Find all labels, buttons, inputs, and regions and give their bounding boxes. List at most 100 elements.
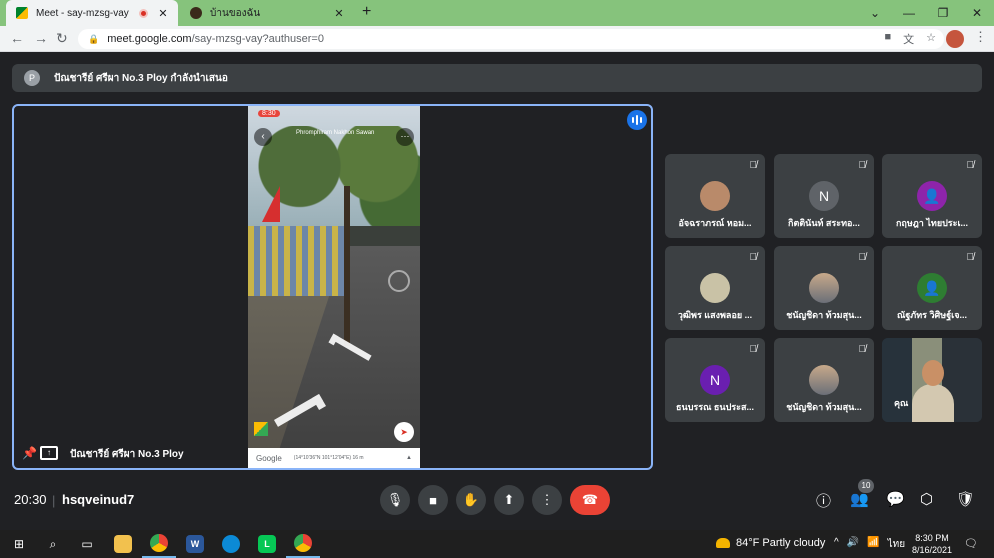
translate-icon[interactable]: 文 [903, 31, 914, 47]
street-view-tree-trunk [344, 186, 350, 346]
raise-hand-button[interactable]: ✋ [456, 485, 486, 515]
browser-menu-icon[interactable]: ⋮ [974, 29, 987, 45]
phone-status-bar: 8:30 [248, 106, 420, 120]
participant-name: คุณ [894, 398, 909, 408]
phone-hangup-icon: ☎ [581, 492, 599, 507]
windows-taskbar: ⊞ ⌕ ▭ W L 84°F Partly cloudy ^ 🔊 📶 ไทย 8… [0, 530, 994, 558]
meeting-clock: 20:30 [14, 492, 47, 507]
notification-icon[interactable]: 🗨 [964, 537, 978, 550]
recording-indicator-icon [139, 8, 148, 18]
google-logo: Google [256, 453, 282, 463]
line-icon[interactable]: L [250, 530, 284, 558]
minimize-button[interactable]: — [892, 6, 926, 20]
partly-cloudy-icon [716, 538, 730, 548]
microphone-button[interactable]: 🎙 [380, 485, 410, 515]
chevron-up-icon[interactable]: ^ [834, 537, 839, 552]
language-indicator[interactable]: ไทย [888, 537, 905, 552]
close-tab-icon[interactable]: ✕ [156, 7, 170, 20]
tab-meet[interactable]: Meet - say-mzsg-vay ✕ [6, 0, 178, 26]
reload-icon[interactable]: ↻ [56, 30, 68, 47]
presentation-tile[interactable]: 8:30 ‹ Phromphiram Nakhon Sawan ⋯ ➤ Goog… [12, 104, 653, 470]
participant-tile[interactable]: 🎙̸ วุฒิพร แสงพลอย ... [665, 246, 765, 330]
presentation-icon: ↑ [40, 446, 58, 460]
camera-icon[interactable]: ■ [884, 31, 891, 47]
participant-tile[interactable]: 🎙̸ 👤 ณัฐภัทร วิศิษฐ์เจ... [882, 246, 982, 330]
search-icon[interactable]: ⌕ [36, 530, 70, 558]
phone-status-time: 8:30 [258, 109, 280, 117]
street-view-fence [248, 226, 348, 296]
mic-off-icon: 🎙̸ [966, 160, 975, 171]
tab-search-icon[interactable]: ⌄ [858, 6, 892, 20]
bookmark-star-icon[interactable]: ☆ [926, 31, 936, 47]
hand-icon: ✋ [462, 492, 480, 507]
mic-off-icon: 🎙̸ [749, 252, 758, 263]
edge-icon[interactable] [214, 530, 248, 558]
video-camera-icon: ■ [429, 492, 437, 508]
file-explorer-icon[interactable] [106, 530, 140, 558]
close-window-button[interactable]: ✕ [960, 6, 994, 20]
presenter-name: ปัณชารีย์ ศรีผา No.3 Ploy [70, 449, 184, 460]
participant-name: กฤษฎา ไทยประเ... [895, 218, 969, 228]
windows-start-icon[interactable]: ⊞ [2, 530, 36, 558]
taskbar-clock[interactable]: 8:30 PM 8/16/2021 [912, 532, 952, 556]
mic-off-icon: 🎙̸ [858, 252, 867, 263]
meeting-code[interactable]: hsqveinud7 [62, 492, 134, 507]
participant-tile[interactable]: 🎙̸ N ธนบรรณ ธนประส... [665, 338, 765, 422]
self-video-tile[interactable]: คุณ [882, 338, 982, 422]
participant-tile[interactable]: 🎙̸ ชนัญชิดา ท้วมสุน... [774, 246, 874, 330]
host-controls-icon[interactable]: 🛡 [956, 490, 975, 508]
weather-widget[interactable]: 84°F Partly cloudy [716, 537, 825, 549]
avatar [809, 365, 839, 395]
chrome-icon[interactable] [142, 530, 176, 558]
avatar [809, 273, 839, 303]
url-host: meet.google.com [107, 33, 192, 45]
info-icon[interactable]: ⓘ [816, 490, 831, 511]
word-icon[interactable]: W [178, 530, 212, 558]
participant-tile[interactable]: 🎙̸ ชนัญชิดา ท้วมสุน... [774, 338, 874, 422]
participant-tile[interactable]: 🎙̸ 👤 กฤษฎา ไทยประเ... [882, 154, 982, 238]
profile-avatar[interactable] [946, 30, 964, 48]
speaking-indicator-icon [627, 110, 647, 130]
volume-icon[interactable]: 🔊 [847, 537, 859, 552]
participant-tile[interactable]: 🎙̸ N กิตตินันท์ สระทอ... [774, 154, 874, 238]
camera-button[interactable]: ■ [418, 485, 448, 515]
chat-icon[interactable]: 💬 [886, 490, 905, 508]
address-bar[interactable]: 🔒 meet.google.com /say-mzsg-vay?authuser… [78, 29, 944, 49]
self-video-body [912, 384, 954, 422]
google-meet-icon [16, 7, 28, 19]
lock-icon[interactable]: 🔒 [88, 34, 99, 45]
avatar [700, 273, 730, 303]
task-view-icon[interactable]: ▭ [70, 530, 104, 558]
street-view-footer: Google (14°10'36"N 101°12'04"E) 16 m ▲ [248, 448, 420, 468]
avatar: N [700, 365, 730, 395]
back-arrow-icon[interactable]: ← [10, 30, 24, 46]
wifi-icon[interactable]: 📶 [867, 537, 879, 552]
close-tab-icon[interactable]: ✕ [332, 7, 346, 20]
participant-tile[interactable]: 🎙̸ อัจฉราภรณ์ หอม... [665, 154, 765, 238]
forward-arrow-icon[interactable]: → [34, 30, 48, 46]
caret-up-icon: ▲ [406, 455, 412, 461]
mic-off-icon: 🎙̸ [966, 252, 975, 263]
leave-call-button[interactable]: ☎ [570, 485, 610, 515]
street-view-more-icon: ⋯ [396, 128, 414, 146]
more-options-button[interactable]: ⋮ [532, 485, 562, 515]
street-view-place-label: Phromphiram Nakhon Sawan [296, 130, 375, 136]
tab-title: Meet - say-mzsg-vay [36, 7, 129, 19]
present-now-button[interactable]: ⬆ [494, 485, 524, 515]
mic-off-icon: 🎙̸ [749, 344, 758, 355]
new-tab-button[interactable]: + [362, 3, 371, 21]
avatar [700, 181, 730, 211]
maximize-button[interactable]: ❐ [926, 6, 960, 20]
chrome-icon[interactable] [286, 530, 320, 558]
participant-name: ณัฐภัทร วิศิษฐ์เจ... [896, 310, 968, 320]
presenter-avatar: P [24, 70, 40, 86]
participant-name: ชนัญชิดา ท้วมสุน... [786, 402, 862, 412]
tab-home[interactable]: บ้านของฉัน ✕ [180, 0, 354, 26]
pin-icon[interactable]: 📌 [22, 446, 37, 460]
clock-time: 8:30 PM [915, 533, 949, 543]
street-view-compass-icon [388, 270, 410, 292]
participant-name: กิตตินันท์ สระทอ... [788, 218, 860, 228]
presenting-text: ปัณชารีย์ ศรีผา No.3 Ploy กำลังนำเสนอ [54, 72, 228, 84]
participant-name: ธนบรรณ ธนประส... [676, 402, 754, 412]
activities-icon[interactable]: ⬡ [920, 490, 933, 508]
